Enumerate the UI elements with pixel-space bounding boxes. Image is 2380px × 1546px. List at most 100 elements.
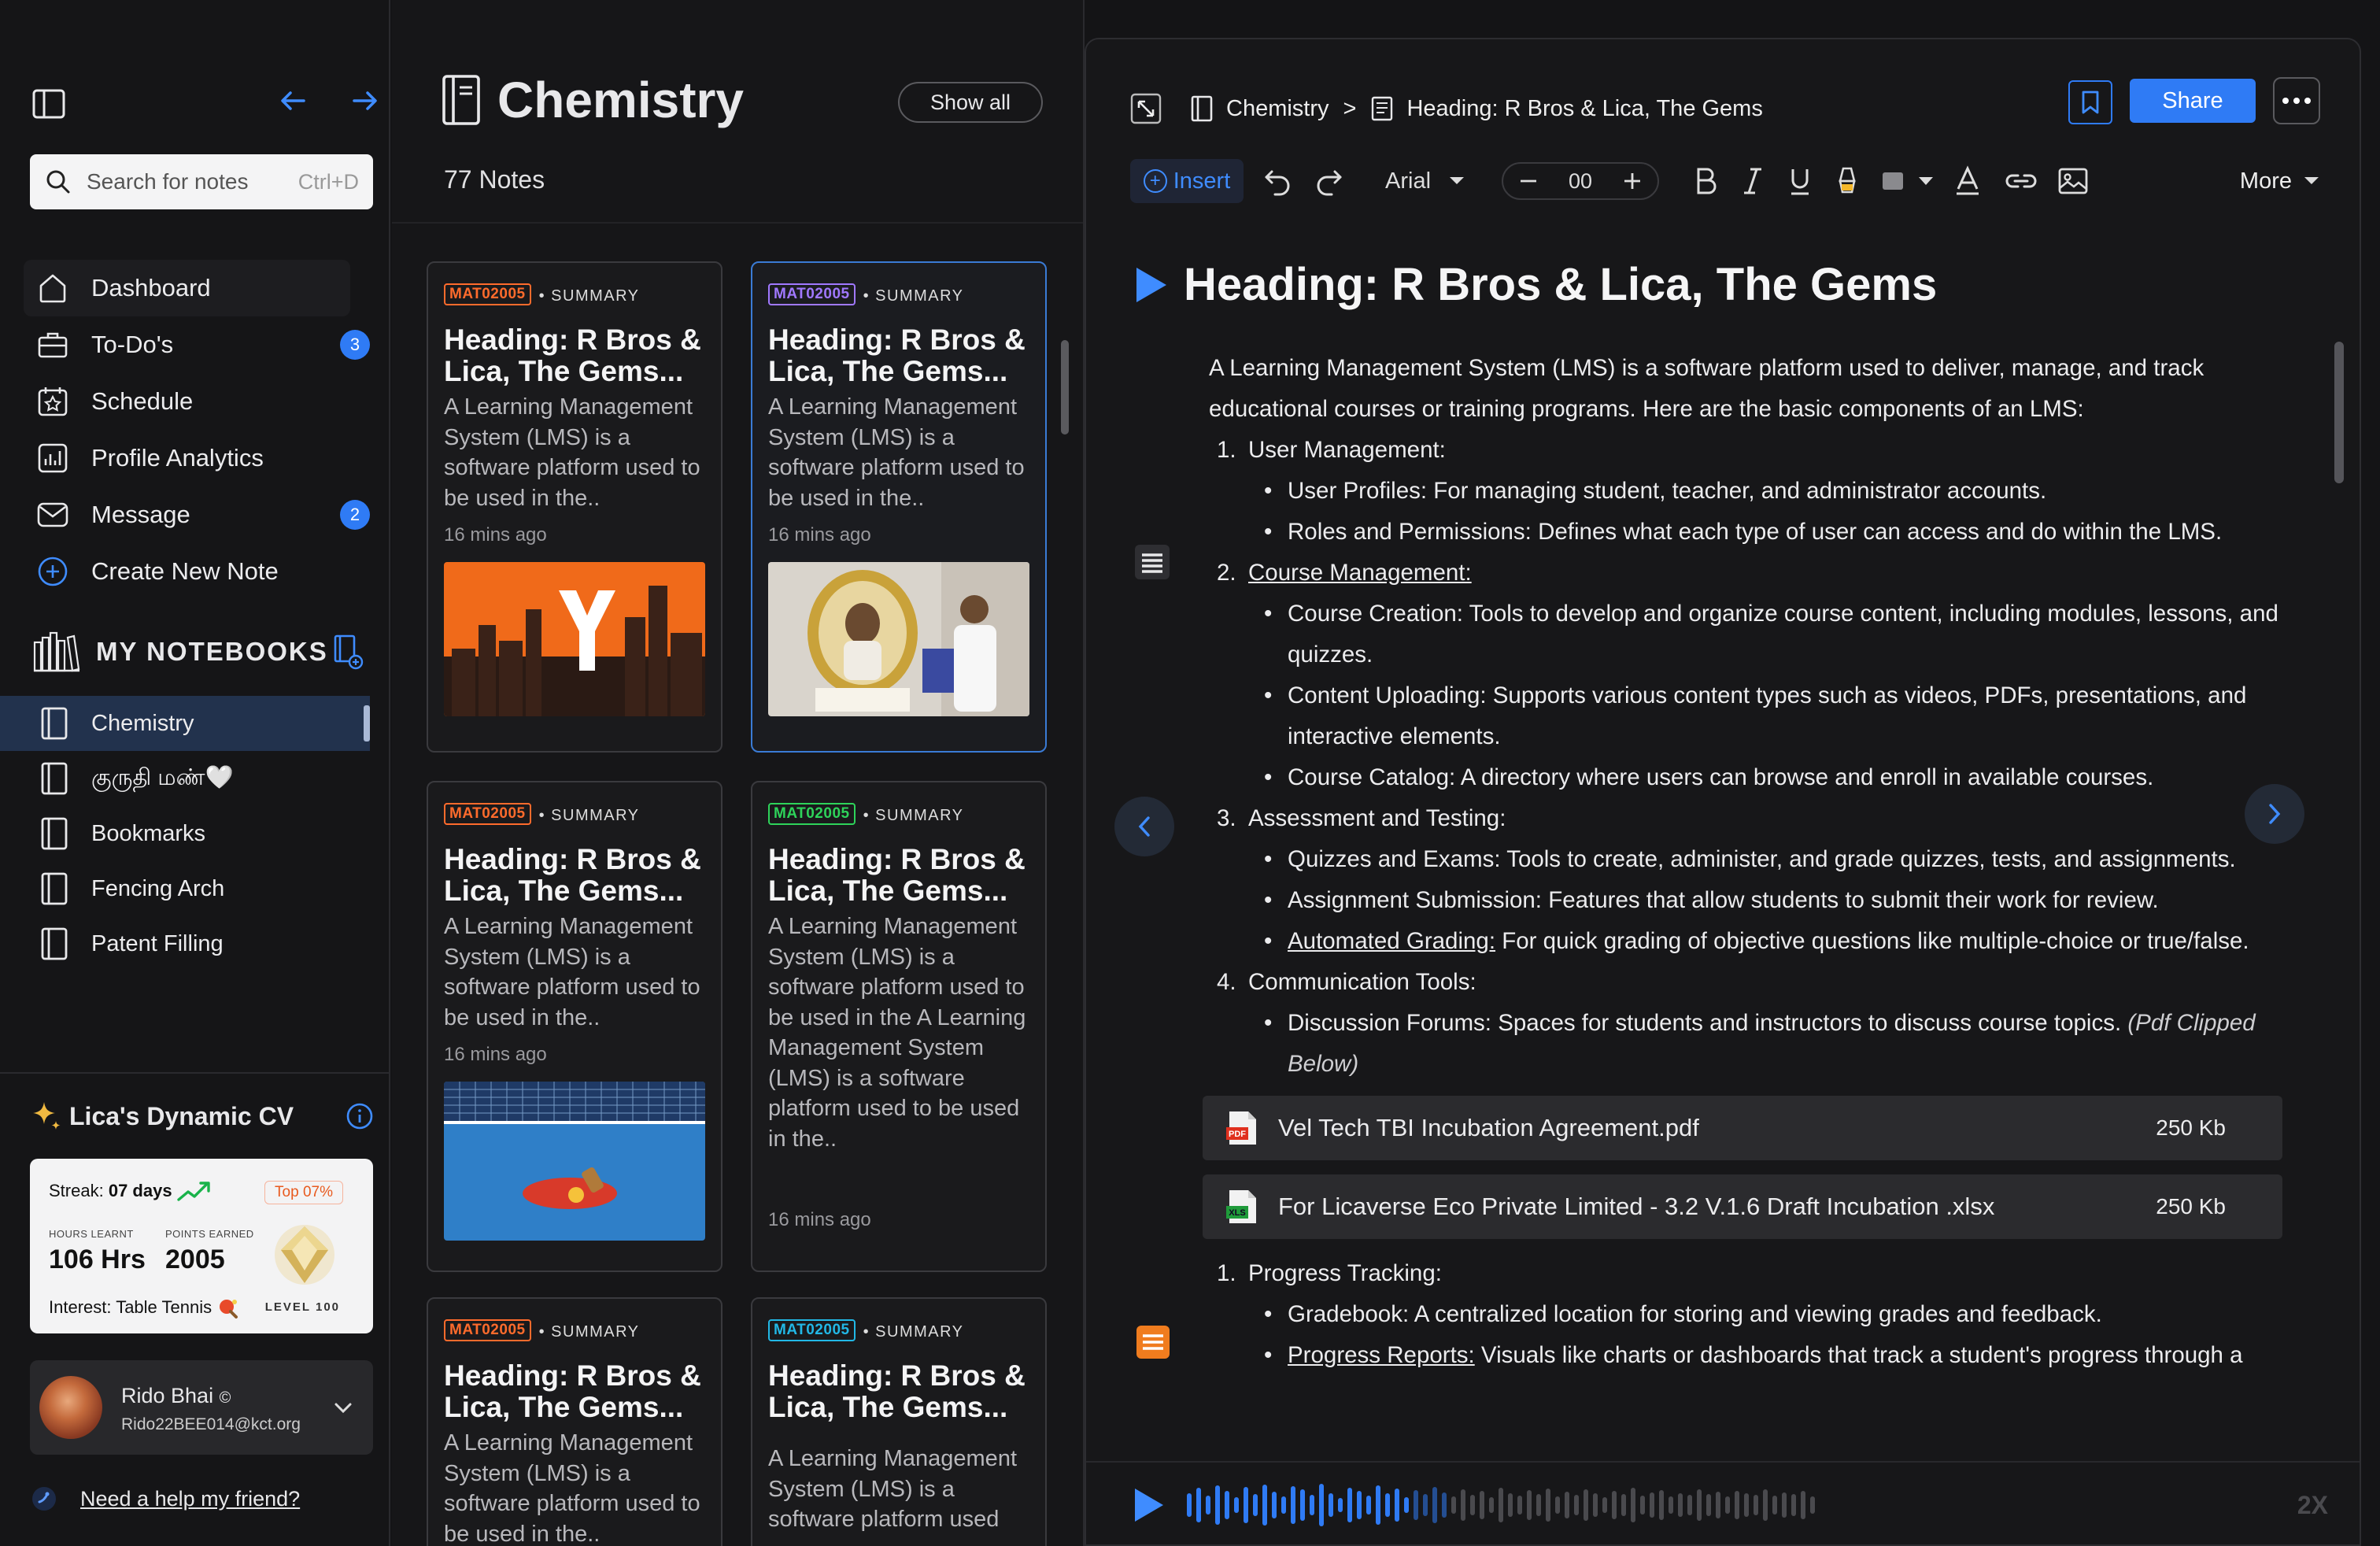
info-icon[interactable]: [345, 1101, 375, 1131]
file-attachment-xlsx[interactable]: XLS For Licaverse Eco Private Limited - …: [1203, 1174, 2282, 1239]
waveform-bar: [1187, 1493, 1192, 1517]
menu-label: Create New Note: [91, 557, 279, 585]
plus-icon[interactable]: [1621, 170, 1643, 192]
user-name: Rido Bhai ©: [121, 1384, 231, 1408]
bullet-text: Course Catalog: A directory where users …: [1288, 764, 2154, 790]
waveform-bar: [1772, 1496, 1777, 1515]
svg-text:XLS: XLS: [1229, 1208, 1245, 1218]
notebook-icon: [1190, 94, 1214, 123]
waveform-bar: [1423, 1494, 1428, 1516]
chevron-down-icon[interactable]: [331, 1395, 356, 1420]
waveform-bar: [1687, 1495, 1692, 1515]
search-input[interactable]: Search for notes Ctrl+D: [30, 154, 373, 209]
breadcrumb-notebook[interactable]: Chemistry: [1226, 96, 1329, 122]
note-card[interactable]: MAT02005 • SUMMARY Heading: R Bros & Lic…: [751, 1297, 1047, 1546]
menu-item-dashboard[interactable]: Dashboard: [24, 260, 350, 316]
underline-icon[interactable]: [1787, 166, 1813, 196]
list-heading-link[interactable]: Course Management:: [1248, 553, 1472, 594]
menu-item-profile-analytics[interactable]: Profile Analytics: [24, 430, 370, 486]
image-icon[interactable]: [2057, 167, 2089, 195]
card-image-table-tennis: [444, 1082, 705, 1241]
more-options-button[interactable]: [2273, 77, 2320, 124]
show-all-button[interactable]: Show all: [898, 82, 1043, 123]
previous-note-button[interactable]: [1114, 797, 1174, 856]
notebook-item-tamil[interactable]: குருதி மண்🤍: [0, 751, 370, 806]
sidebar-toggle-icon[interactable]: [31, 87, 66, 121]
card-time: 16 mins ago: [768, 1209, 871, 1230]
card-body: A Learning Management System (LMS) is a …: [444, 914, 700, 1030]
editor-scrollbar[interactable]: [2334, 342, 2344, 483]
waveform-bar: [1669, 1496, 1673, 1514]
menu-item-todos[interactable]: To-Do's 3: [24, 316, 370, 373]
card-body: A Learning Management System (LMS) is a …: [444, 394, 700, 511]
notebook-icon: [39, 761, 69, 796]
waveform-bar: [1499, 1488, 1503, 1522]
help-link[interactable]: Need a help my friend?: [30, 1485, 300, 1513]
text-block-icon[interactable]: [1133, 543, 1171, 581]
waveform-bar: [1338, 1498, 1343, 1512]
redo-icon[interactable]: [1313, 165, 1344, 197]
document-body[interactable]: A Learning Management System (LMS) is a …: [1203, 348, 2295, 1376]
note-card[interactable]: MAT02005 • SUMMARY Heading: R Bros & Lic…: [427, 261, 722, 753]
bullet-item: • Automated Grading: For quick grading of…: [1264, 928, 2249, 954]
more-formatting-dropdown[interactable]: More: [2240, 168, 2320, 194]
note-card-selected[interactable]: MAT02005 • SUMMARY Heading: R Bros & Lic…: [751, 261, 1047, 753]
waveform-bar: [1763, 1489, 1768, 1521]
play-icon[interactable]: [1132, 1486, 1166, 1524]
menu-label: Dashboard: [91, 274, 211, 301]
cv-card[interactable]: Streak: 07 days Top 07% HOURS LEARNT 106…: [30, 1159, 373, 1333]
waveform-bar: [1234, 1497, 1239, 1513]
breadcrumb-note[interactable]: Heading: R Bros & Lica, The Gems: [1406, 96, 1762, 122]
list-number: 1.: [1217, 437, 1236, 463]
file-attachment-pdf[interactable]: PDF Vel Tech TBI Incubation Agreement.pd…: [1203, 1096, 2282, 1160]
note-card[interactable]: MAT02005 • SUMMARY Heading: R Bros & Lic…: [427, 1297, 722, 1546]
user-profile-card[interactable]: Rido Bhai © Rido22BEE014@kct.org: [30, 1360, 373, 1455]
menu-item-schedule[interactable]: Schedule: [24, 373, 370, 430]
message-count-badge: 2: [340, 500, 370, 530]
add-notebook-icon[interactable]: [332, 634, 364, 670]
menu-label: Schedule: [91, 387, 194, 415]
hours-label: HOURS LEARNT: [49, 1228, 134, 1240]
play-triangle-icon[interactable]: [1133, 265, 1168, 305]
notebook-item-fencing-arch[interactable]: Fencing Arch: [0, 861, 370, 916]
share-button[interactable]: Share: [2130, 79, 2256, 123]
note-type: SUMMARY: [875, 807, 964, 824]
text-color-icon[interactable]: [1953, 165, 1982, 197]
playback-speed[interactable]: 2X: [2297, 1491, 2328, 1520]
top-percent-badge: Top 07%: [264, 1181, 343, 1204]
bullet-item: • Discussion Forums: Spaces for students …: [1264, 1010, 2256, 1077]
audio-waveform[interactable]: [1187, 1481, 1815, 1529]
note-card[interactable]: MAT02005 • SUMMARY Heading: R Bros & Lic…: [427, 781, 722, 1272]
list-item: 1. User Management:: [1209, 430, 2295, 471]
svg-text:PDF: PDF: [1229, 1130, 1246, 1139]
forward-arrow-icon[interactable]: [349, 85, 381, 117]
font-family-select[interactable]: Arial: [1385, 168, 1465, 194]
undo-icon[interactable]: [1262, 165, 1294, 197]
italic-icon[interactable]: [1739, 166, 1766, 196]
notebook-item-chemistry[interactable]: Chemistry: [0, 696, 370, 751]
notes-scrollbar[interactable]: [1061, 340, 1069, 435]
link-icon[interactable]: [2004, 169, 2038, 193]
notebook-label: Patent Filling: [91, 930, 224, 956]
bold-icon[interactable]: [1692, 166, 1719, 196]
minus-icon[interactable]: [1517, 170, 1539, 192]
menu-item-message[interactable]: Message 2: [24, 486, 370, 543]
dot-separator: •: [863, 1323, 876, 1341]
automated-grading-link[interactable]: Automated Grading:: [1288, 928, 1495, 954]
font-size-stepper[interactable]: 00: [1502, 162, 1660, 200]
note-card[interactable]: MAT02005 • SUMMARY Heading: R Bros & Lic…: [751, 781, 1047, 1272]
notebook-icon: [39, 926, 69, 961]
menu-item-create-new-note[interactable]: Create New Note: [24, 543, 370, 600]
notebook-item-patent-filling[interactable]: Patent Filling: [0, 916, 370, 971]
notebook-item-bookmarks[interactable]: Bookmarks: [0, 806, 370, 861]
highlighter-icon[interactable]: [1834, 165, 1861, 197]
bookmark-button[interactable]: [2068, 80, 2112, 124]
back-arrow-icon[interactable]: [277, 85, 309, 117]
insert-button[interactable]: + Insert: [1130, 159, 1244, 203]
block-menu-icon[interactable]: [1135, 1324, 1171, 1360]
collapse-icon[interactable]: [1130, 93, 1162, 124]
fill-color-icon[interactable]: [1881, 169, 1936, 193]
waveform-bar: [1640, 1496, 1645, 1515]
waveform-bar: [1508, 1493, 1513, 1517]
progress-reports-link[interactable]: Progress Reports:: [1288, 1342, 1475, 1368]
